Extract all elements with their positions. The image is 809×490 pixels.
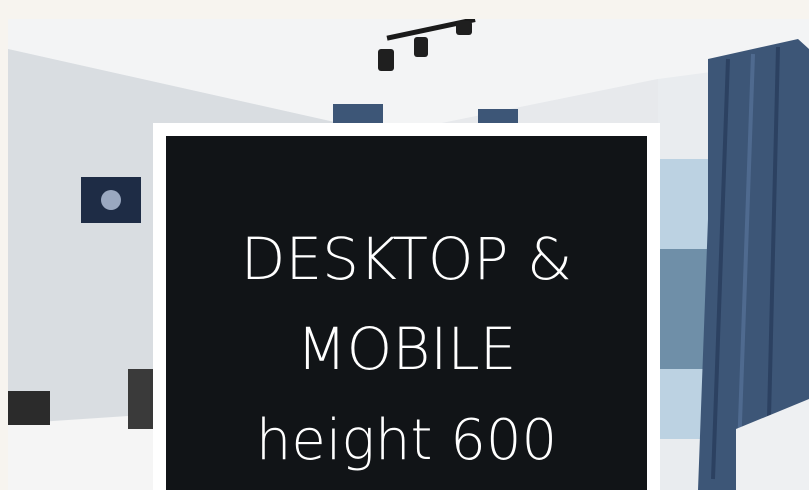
banner-heading: DESKTOP & MOBILE — [240, 225, 573, 383]
banner-card-inner: DESKTOP & MOBILE height 600 — [166, 136, 647, 490]
banner-card: DESKTOP & MOBILE height 600 — [153, 123, 660, 490]
banner-subheading: height 600 — [255, 408, 558, 473]
